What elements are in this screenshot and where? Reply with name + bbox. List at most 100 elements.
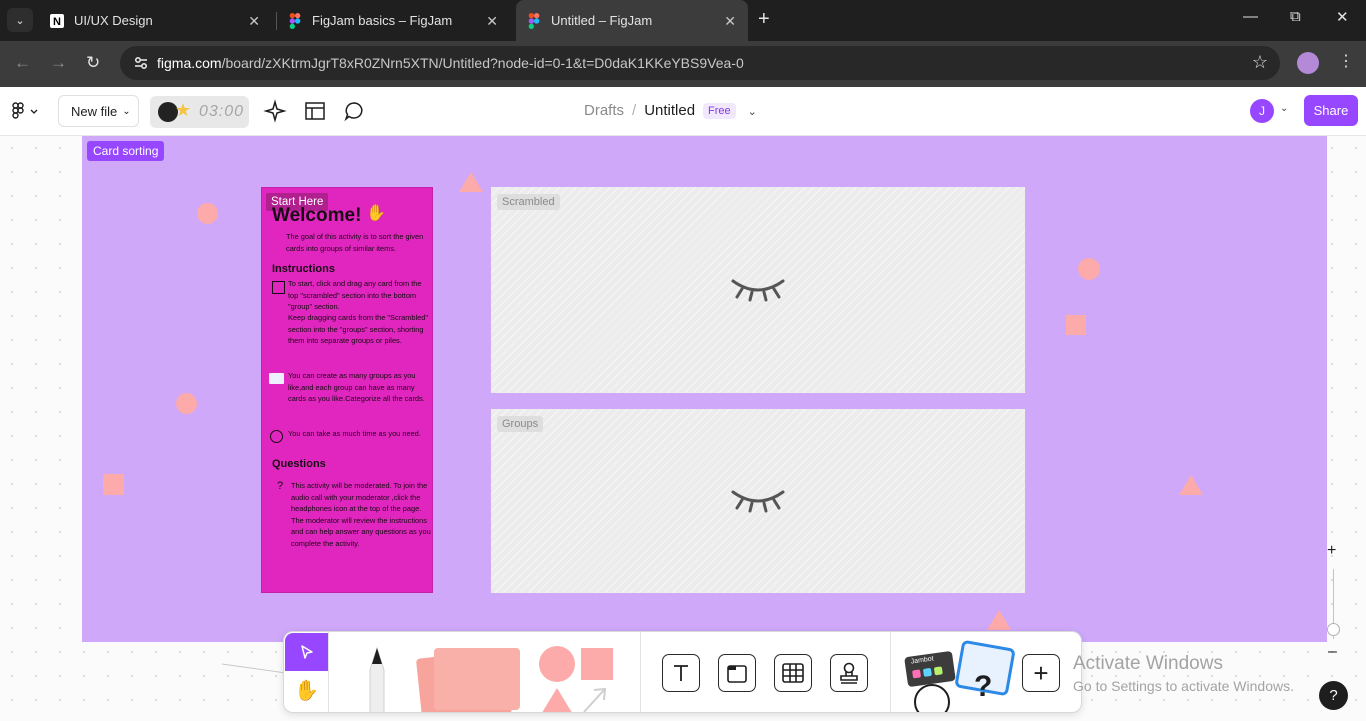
timer-value: 03:00 (199, 103, 245, 120)
hand-tool-icon[interactable]: ✋ (294, 678, 319, 703)
close-tab-icon[interactable]: ✕ (486, 13, 498, 30)
browser-profile-avatar[interactable] (1297, 52, 1319, 74)
chevron-down-icon[interactable]: ⌄ (1280, 103, 1288, 114)
jambot-tile (933, 666, 943, 676)
instructions-heading: Instructions (272, 263, 335, 275)
browser-tab-bar: ⌄ N UI/UX Design ✕ FigJam basics – FigJa… (0, 0, 1366, 41)
table-grid-icon (782, 663, 804, 683)
decor-square[interactable] (103, 474, 124, 495)
square-shape-icon[interactable] (581, 648, 613, 680)
table-tool[interactable] (774, 654, 812, 692)
stamp-icon (840, 662, 858, 684)
decor-square[interactable] (1066, 315, 1086, 335)
plan-badge: Free (703, 103, 736, 120)
activate-title: Activate Windows (1073, 653, 1223, 674)
section-tool[interactable] (718, 654, 756, 692)
sticky-note-icon[interactable] (434, 648, 520, 710)
minimize-icon[interactable]: — (1243, 8, 1258, 25)
jambot-widget-icon[interactable]: Jambot (904, 650, 956, 688)
ai-sparkle-icon[interactable] (263, 99, 287, 123)
forward-arrow-icon[interactable]: → (50, 53, 67, 73)
close-tab-icon[interactable]: ✕ (724, 13, 736, 30)
breadcrumb-drafts[interactable]: Drafts (584, 102, 624, 119)
tab-title: UI/UX Design (74, 13, 153, 28)
templates-icon[interactable] (303, 99, 327, 123)
timer-widget-icon[interactable] (914, 684, 950, 712)
zoom-out-icon[interactable]: – (1328, 643, 1337, 661)
creation-toolbar: ✋ Jambot ? + (283, 631, 1082, 713)
jambot-label: Jambot (910, 655, 935, 666)
decor-triangle[interactable] (987, 610, 1011, 630)
url-host: figma.com (157, 55, 222, 71)
closed-eye-icon (731, 279, 785, 302)
figjam-header: New file ⌄ ★ 03:00 Drafts / Untitled Free ⌄ … (0, 87, 1366, 136)
tab-title: Untitled – FigJam (551, 13, 653, 28)
close-window-icon[interactable]: ✕ (1336, 8, 1349, 26)
reload-icon[interactable]: ↻ (86, 53, 100, 73)
file-name[interactable]: Untitled (644, 102, 695, 119)
comment-icon[interactable] (342, 99, 366, 123)
restore-icon[interactable]: ⧉ (1290, 8, 1301, 25)
select-tool[interactable] (285, 633, 328, 671)
board-canvas[interactable]: Card sorting Start Here Welcome! ✋ The g… (0, 136, 1366, 721)
connector-arrow-icon[interactable] (580, 684, 610, 713)
connector-line[interactable] (220, 661, 290, 681)
back-arrow-icon[interactable]: ← (14, 53, 31, 73)
toolbar-divider (328, 632, 329, 712)
questions-heading: Questions (272, 458, 326, 470)
decor-triangle[interactable] (1179, 475, 1203, 495)
browser-menu-icon[interactable]: ⋮ (1338, 51, 1354, 71)
site-settings-icon[interactable] (132, 54, 150, 72)
waving-hand-icon: ✋ (366, 205, 386, 222)
address-bar[interactable]: figma.com/board/zXKtrmJgrT8xR0ZNrn5XTN/U… (120, 46, 1280, 80)
text-tool[interactable] (662, 654, 700, 692)
new-tab-button[interactable]: + (758, 8, 770, 31)
decor-circle[interactable] (1078, 258, 1100, 280)
decor-triangle[interactable] (459, 172, 483, 192)
zoom-in-icon[interactable]: + (1327, 542, 1336, 560)
questions-text: This activity will be moderated. To join… (291, 481, 431, 548)
instruction-2: Keep dragging cards from the "Scrambled"… (288, 313, 428, 345)
share-button[interactable]: Share (1304, 95, 1358, 126)
drag-card-icon (272, 281, 285, 294)
decor-circle[interactable] (197, 203, 218, 224)
instruction-4: You can take as much time as you need. (288, 429, 421, 438)
triangle-shape-icon[interactable] (540, 688, 574, 712)
stamp-tool[interactable] (830, 654, 868, 692)
chevron-down-icon: ⌄ (122, 105, 131, 117)
zoom-slider-knob[interactable] (1327, 623, 1340, 636)
figma-menu-button[interactable] (12, 102, 40, 122)
toolbar-divider (890, 632, 891, 712)
instruction-1: To start, click and drag any card from t… (288, 279, 422, 311)
user-avatar[interactable]: J (1250, 99, 1274, 123)
marker-pen-icon[interactable] (362, 646, 392, 713)
cursor-arrow-icon (300, 645, 313, 659)
tab-search-button[interactable]: ⌄ (7, 8, 33, 32)
url-path: /board/zXKtrmJgrT8xR0ZNrn5XTN/Untitled?n… (221, 55, 744, 71)
intro-text: The goal of this activity is to sort the… (286, 232, 424, 253)
question-mark-icon: ? (277, 480, 284, 492)
help-button[interactable]: ? (1319, 681, 1348, 710)
section-label[interactable]: Card sorting (87, 141, 165, 161)
more-tools-button[interactable]: + (1022, 654, 1060, 692)
clock-icon (270, 430, 283, 443)
new-file-button[interactable]: New file ⌄ (58, 95, 139, 127)
timer-widget[interactable]: ★ 03:00 (150, 96, 249, 128)
zoom-control: + – (1321, 539, 1347, 667)
chevron-down-icon: ⌄ (15, 14, 25, 27)
tab-untitled-figjam[interactable]: Untitled – FigJam ✕ (516, 0, 748, 41)
breadcrumb-separator: / (632, 102, 637, 119)
scrambled-label[interactable]: Scrambled (497, 194, 560, 210)
welcome-heading: Welcome! (272, 205, 362, 226)
new-file-label: New file (71, 103, 118, 119)
groups-label[interactable]: Groups (497, 416, 544, 432)
close-tab-icon[interactable]: ✕ (248, 13, 260, 30)
bookmark-star-icon[interactable]: ☆ (1252, 52, 1268, 73)
circle-shape-icon[interactable] (539, 646, 575, 682)
tab-figjam-basics[interactable]: FigJam basics – FigJam ✕ (278, 0, 510, 41)
decor-circle[interactable] (176, 393, 197, 414)
chevron-down-icon[interactable]: ⌄ (748, 106, 757, 118)
closed-eye-icon (731, 490, 785, 513)
tab-ui-ux-design[interactable]: N UI/UX Design ✕ (40, 0, 272, 41)
url-text: figma.com/board/zXKtrmJgrT8xR0ZNrn5XTN/U… (157, 55, 744, 71)
